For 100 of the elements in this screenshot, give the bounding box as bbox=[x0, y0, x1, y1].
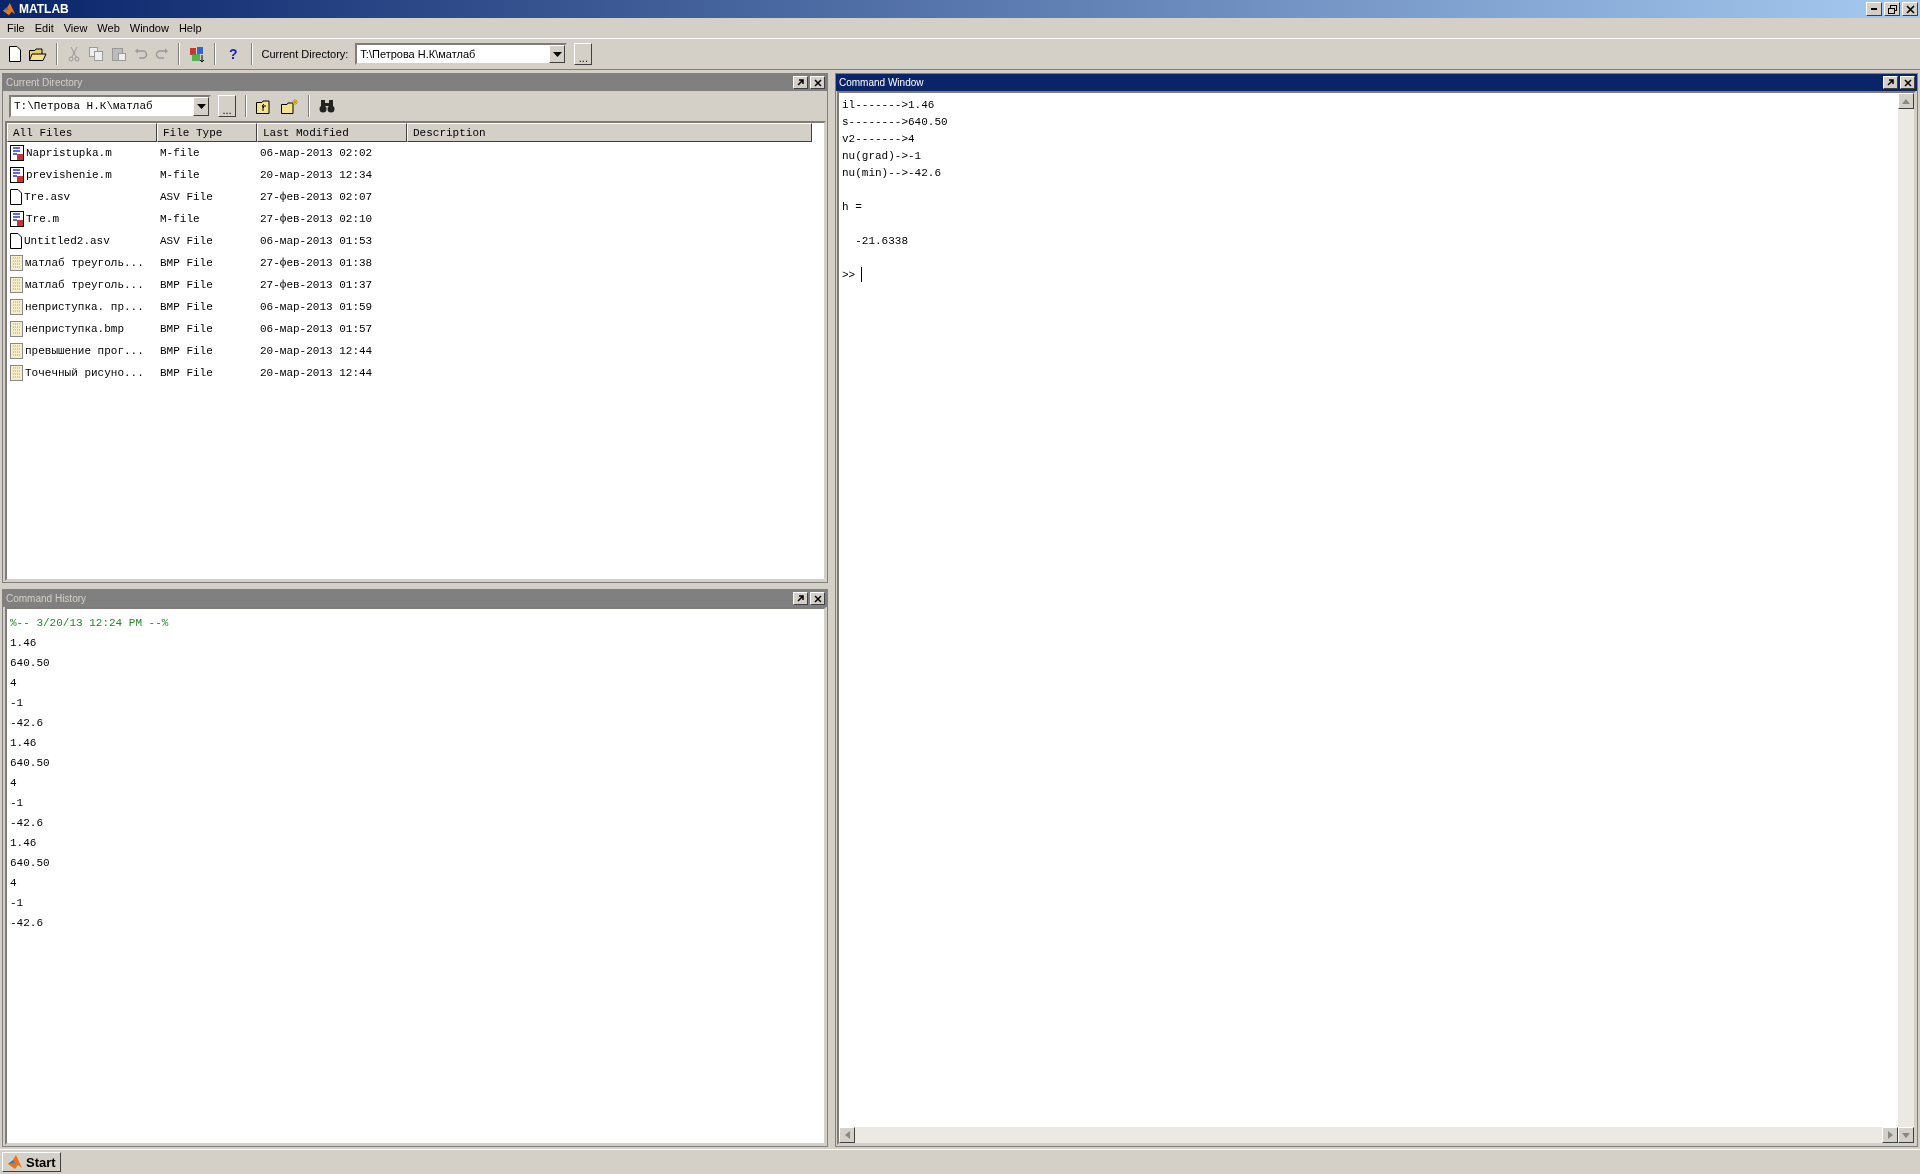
history-entry[interactable]: -42.6 bbox=[10, 913, 43, 933]
browse-button[interactable]: ... bbox=[574, 43, 593, 65]
close-icon bbox=[813, 594, 822, 603]
history-entry[interactable]: 4 bbox=[10, 773, 17, 793]
open-folder-icon[interactable] bbox=[29, 46, 47, 62]
history-entry[interactable]: -1 bbox=[10, 693, 24, 713]
document-icon bbox=[10, 189, 22, 205]
arrow-icon bbox=[1887, 79, 1894, 86]
image-file-icon bbox=[10, 321, 23, 337]
file-row[interactable]: превышение прог... BMP File 20-мар-2013 12:44 bbox=[7, 340, 824, 362]
file-type: M-file bbox=[159, 147, 201, 159]
path-dropdown[interactable]: T:\Петрова Н.К\матлаб bbox=[9, 94, 211, 118]
binoculars-icon[interactable] bbox=[319, 99, 335, 113]
file-row[interactable]: Точечный рисуно... BMP File 20-мар-2013 12:44 bbox=[7, 362, 824, 384]
file-name: превышение прог... bbox=[25, 345, 144, 357]
image-file-icon bbox=[10, 277, 23, 293]
file-type: BMP File bbox=[159, 279, 214, 291]
menu-item[interactable]: Help bbox=[173, 22, 207, 34]
modified-date: 20-мар-2013 12:44 bbox=[259, 345, 374, 357]
output-line: v2------->4 bbox=[842, 131, 915, 147]
restore-icon bbox=[1887, 4, 1897, 14]
menu-item[interactable]: View bbox=[58, 22, 93, 34]
history-entry[interactable]: 4 bbox=[10, 673, 17, 693]
modified-date: 27-фев-2013 02:07 bbox=[259, 191, 374, 203]
undock-button[interactable] bbox=[793, 76, 808, 89]
blocks-icon[interactable] bbox=[189, 45, 205, 63]
minimize-button[interactable] bbox=[1866, 2, 1882, 16]
file-name: матлаб треуголь... bbox=[25, 279, 144, 291]
text-cursor bbox=[861, 267, 863, 282]
history-entry[interactable]: 1.46 bbox=[10, 833, 37, 853]
file-name: Untitled2.asv bbox=[24, 235, 110, 247]
output-line: s-------->640.50 bbox=[842, 114, 948, 130]
history-entry[interactable]: -42.6 bbox=[10, 713, 43, 733]
file-row[interactable]: матлаб треуголь... BMP File 27-фев-2013 01:37 bbox=[7, 274, 824, 296]
file-name: Tre.asv bbox=[24, 191, 71, 203]
restore-button[interactable] bbox=[1884, 2, 1900, 16]
file-row[interactable]: Untitled2.asv ASV File 06-мар-2013 01:53 bbox=[7, 230, 824, 252]
close-button[interactable] bbox=[1902, 2, 1918, 16]
file-row[interactable]: previshenie.m M-file 20-мар-2013 12:34 bbox=[7, 164, 824, 186]
menu-item[interactable]: Edit bbox=[29, 22, 59, 34]
file-row[interactable]: неприступка. пр... BMP File 06-мар-2013 01:59 bbox=[7, 296, 824, 318]
history-entry[interactable]: -42.6 bbox=[10, 813, 43, 833]
help-button[interactable]: ? bbox=[225, 46, 242, 62]
menu-item[interactable]: File bbox=[2, 22, 30, 34]
file-row[interactable]: Napristupka.m M-file 06-мар-2013 02:02 bbox=[7, 142, 824, 164]
modified-date: 27-фев-2013 01:37 bbox=[259, 279, 374, 291]
menu-item[interactable]: Web bbox=[92, 22, 125, 34]
file-type: ASV File bbox=[159, 235, 214, 247]
file-type: BMP File bbox=[159, 345, 214, 357]
close-button[interactable] bbox=[810, 592, 825, 605]
file-row[interactable]: неприступка.bmp BMP File 06-мар-2013 01:57 bbox=[7, 318, 824, 340]
history-entry[interactable]: 1.46 bbox=[10, 733, 37, 753]
image-file-icon bbox=[10, 365, 23, 381]
output-line: h = bbox=[842, 199, 862, 215]
new-file-icon[interactable] bbox=[8, 46, 22, 62]
menu-item[interactable]: Window bbox=[124, 22, 174, 34]
image-file-icon bbox=[10, 299, 23, 315]
history-entry[interactable]: 4 bbox=[10, 873, 17, 893]
current-directory-label: Current Directory: bbox=[261, 48, 349, 60]
image-file-icon bbox=[10, 343, 23, 359]
file-type: M-file bbox=[159, 213, 201, 225]
output-line: -21.6338 bbox=[854, 233, 908, 249]
column-header[interactable]: Description bbox=[407, 123, 812, 142]
output-line: nu(min)-->-42.6 bbox=[842, 165, 942, 181]
modified-date: 20-мар-2013 12:44 bbox=[259, 367, 374, 379]
history-entry[interactable]: -1 bbox=[10, 893, 24, 913]
modified-date: 27-фев-2013 02:10 bbox=[259, 213, 374, 225]
start-button[interactable]: Start bbox=[2, 1152, 61, 1172]
browse-button[interactable]: ... bbox=[218, 95, 236, 117]
column-header[interactable]: File Type bbox=[157, 123, 257, 142]
undock-button[interactable] bbox=[1883, 76, 1898, 89]
close-button[interactable] bbox=[1900, 76, 1915, 89]
file-row[interactable]: Tre.asv ASV File 27-фев-2013 02:07 bbox=[7, 186, 824, 208]
caret-icon bbox=[196, 103, 206, 109]
output-line: il------->1.46 bbox=[842, 97, 935, 113]
undock-button[interactable] bbox=[793, 592, 808, 605]
column-header[interactable]: Last Modified bbox=[257, 123, 407, 142]
close-icon bbox=[1903, 78, 1912, 87]
matlab-logo-icon bbox=[2, 2, 16, 16]
history-entry[interactable]: -1 bbox=[10, 793, 24, 813]
file-name: неприступка.bmp bbox=[25, 323, 125, 335]
history-entry[interactable]: 640.50 bbox=[10, 653, 50, 673]
file-row[interactable]: Tre.m M-file 27-фев-2013 02:10 bbox=[7, 208, 824, 230]
column-header[interactable]: All Files bbox=[7, 123, 157, 142]
file-name: Napristupka.m bbox=[26, 147, 112, 159]
file-row[interactable]: матлаб треуголь... BMP File 27-фев-2013 01:38 bbox=[7, 252, 824, 274]
history-entry[interactable]: 1.46 bbox=[10, 633, 37, 653]
new-folder-icon[interactable] bbox=[281, 98, 299, 114]
modified-date: 06-мар-2013 01:59 bbox=[259, 301, 374, 313]
file-type: BMP File bbox=[159, 257, 214, 269]
file-name: Точечный рисуно... bbox=[25, 367, 144, 379]
close-button[interactable] bbox=[810, 76, 825, 89]
current-directory-dropdown[interactable]: T:\Петрова Н.К\матлаб bbox=[355, 43, 568, 65]
matlab-logo-icon bbox=[7, 1154, 23, 1170]
output-line: nu(grad)->-1 bbox=[842, 148, 922, 164]
history-entry[interactable]: 640.50 bbox=[10, 753, 50, 773]
arrow-icon bbox=[797, 595, 804, 602]
history-entry[interactable]: 640.50 bbox=[10, 853, 50, 873]
minimize-icon bbox=[1871, 8, 1877, 10]
modified-date: 06-мар-2013 01:53 bbox=[259, 235, 374, 247]
